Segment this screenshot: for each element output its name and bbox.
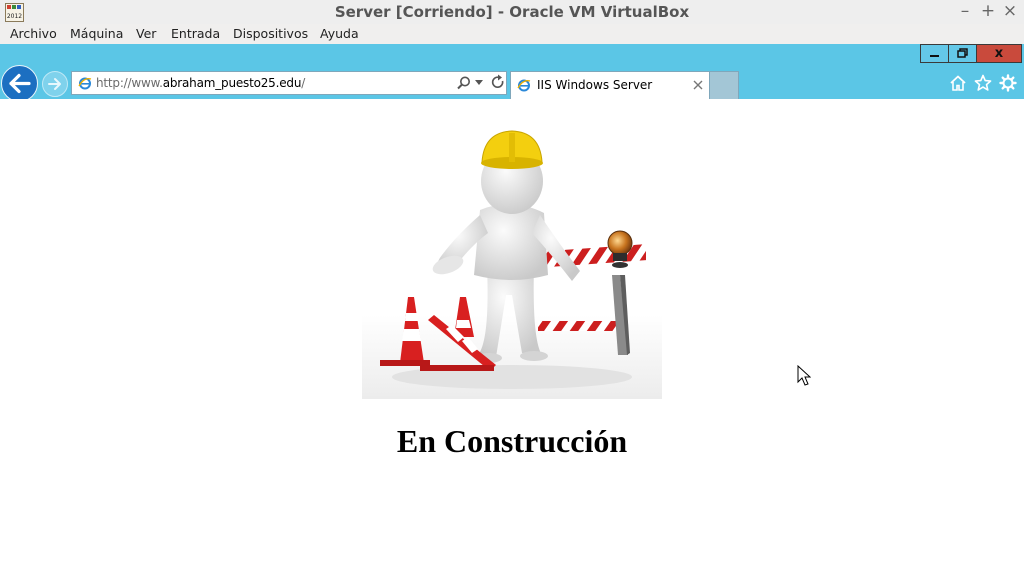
back-button[interactable] [1, 65, 38, 102]
search-icon[interactable] [456, 75, 472, 91]
window-minimize-button[interactable]: – [955, 0, 975, 24]
address-url[interactable]: http://www.abraham_puesto25.edu/ [96, 72, 305, 94]
vbox-title-bar: 2012 Server [Corriendo] - Oracle VM Virt… [0, 0, 1024, 24]
close-tab-icon[interactable] [691, 78, 705, 92]
tab-iis-windows-server[interactable]: IIS Windows Server [510, 71, 710, 99]
tools-gear-icon[interactable] [999, 74, 1017, 92]
ie-logo-icon [517, 79, 531, 92]
menu-ayuda[interactable]: Ayuda [320, 24, 359, 44]
menu-ver[interactable]: Ver [136, 24, 156, 44]
under-construction-image [362, 130, 662, 399]
home-icon[interactable] [949, 74, 967, 92]
restore-icon [957, 48, 968, 58]
url-suffix: / [301, 76, 306, 90]
ie-logo-icon [78, 77, 92, 90]
tab-label: IIS Windows Server [537, 78, 653, 92]
refresh-icon[interactable] [490, 74, 506, 92]
menu-archivo[interactable]: Archivo [10, 24, 57, 44]
new-tab-button[interactable] [710, 71, 739, 99]
address-bar[interactable]: http://www.abraham_puesto25.edu/ [71, 71, 507, 95]
favorites-star-icon[interactable] [974, 74, 992, 92]
arrow-right-icon [48, 78, 61, 90]
arrow-left-icon [9, 73, 31, 94]
guest-window-controls: x [920, 44, 1022, 64]
window-title: Server [Corriendo] - Oracle VM VirtualBo… [334, 3, 690, 21]
page-content: En Construcción [0, 99, 1024, 570]
vbox-menu-bar: Archivo Máquina Ver Entrada Dispositivos… [0, 24, 1024, 44]
guest-minimize-button[interactable] [920, 44, 949, 63]
browser-chrome: x http://www.abraham_puesto25.edu/ IIS W… [0, 44, 1024, 102]
chevron-down-icon[interactable] [475, 80, 483, 86]
window-close-button[interactable]: × [1000, 0, 1020, 24]
menu-entrada[interactable]: Entrada [171, 24, 220, 44]
menu-maquina[interactable]: Máquina [70, 24, 123, 44]
page-heading: En Construcción [396, 423, 628, 459]
forward-button[interactable] [42, 71, 68, 97]
guest-restore-button[interactable] [948, 44, 977, 63]
minimize-icon [930, 55, 939, 57]
menu-dispositivos[interactable]: Dispositivos [233, 24, 308, 44]
url-domain: abraham_puesto25.edu [162, 76, 302, 90]
window-maximize-button[interactable]: + [978, 0, 998, 24]
guest-close-button[interactable]: x [976, 44, 1022, 63]
mouse-cursor-icon [797, 365, 811, 386]
url-prefix: http://www. [96, 76, 163, 90]
